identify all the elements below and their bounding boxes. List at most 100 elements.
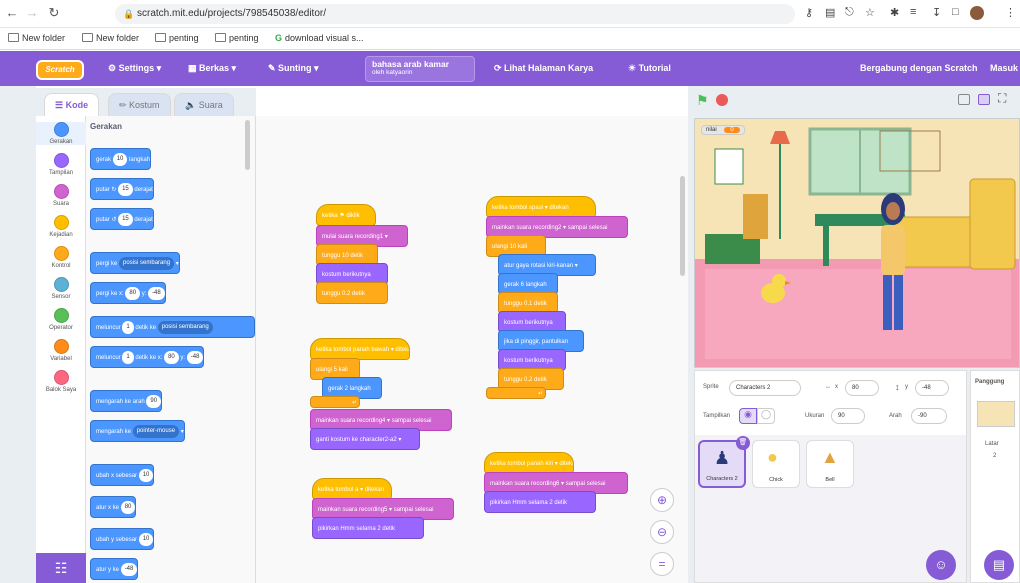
hat-when-key-pressed[interactable]: ketika tombol spasi ▾ ditekan xyxy=(486,196,596,218)
palette-scrollbar[interactable] xyxy=(245,120,250,170)
category-label: Tampilan xyxy=(48,170,73,176)
block-set-y[interactable]: atur y ke -48 xyxy=(90,558,139,580)
tab-costumes[interactable]: ✏ Kostum xyxy=(108,93,171,117)
block-go-to[interactable]: pergi ke posisi sembarang ▾ xyxy=(90,252,180,274)
project-title-field[interactable]: bahasa arab kamar oleh katyaorin xyxy=(365,56,475,82)
choose-backdrop-button[interactable]: ▤ xyxy=(984,550,1014,580)
block-glide[interactable]: meluncur 1 detik ke posisi sembarang xyxy=(90,316,255,338)
add-extension-button[interactable]: ☷ xyxy=(36,553,86,583)
playlist-icon[interactable]: ≡ xyxy=(910,6,916,18)
block-turn-left[interactable]: putar ↺ 15 derajat xyxy=(90,208,154,230)
sprite-name-input[interactable]: Characters 2 xyxy=(729,380,801,396)
editor-tabs: ☰ Kode ✏ Kostum 🔈 Suara xyxy=(36,88,256,117)
bookmark-link[interactable]: Gdownload visual s... xyxy=(275,33,364,43)
block-point-towards[interactable]: mengarah ke pointer-mouse ▾ xyxy=(90,420,185,442)
loop-arrow-icon: ↵ xyxy=(352,400,358,406)
share-icon[interactable]: ⎋ xyxy=(845,6,854,19)
category-dot-icon xyxy=(53,339,69,354)
category-dot-icon xyxy=(53,370,69,385)
fullscreen-icon[interactable]: ⛶ xyxy=(998,91,1006,106)
stop-icon[interactable] xyxy=(716,94,728,106)
download-icon[interactable]: ↧ xyxy=(932,6,941,19)
zoom-out-button[interactable]: ⊖ xyxy=(650,520,674,544)
block-change-y[interactable]: ubah y sebesar 10 xyxy=(90,528,155,550)
category-balok-saya[interactable]: Balok Saya xyxy=(36,370,86,393)
block-set-x[interactable]: atur x ke 80 xyxy=(90,496,137,518)
block-turn-right[interactable]: putar ↻ 15 derajat xyxy=(90,178,154,200)
size-input[interactable]: 90 xyxy=(831,408,865,424)
category-sensor[interactable]: Sensor xyxy=(36,277,86,300)
hat-when-key-pressed[interactable]: ketika tombol panah kiri ▾ ditekan xyxy=(484,452,574,474)
bookmark-folder[interactable]: penting xyxy=(215,33,259,43)
zoom-reset-button[interactable]: = xyxy=(650,552,674,576)
translate-icon[interactable]: ▤ xyxy=(825,6,835,19)
delete-sprite-icon[interactable]: 🗑 xyxy=(736,436,750,450)
scratch-logo[interactable]: Scratch xyxy=(36,60,84,80)
bookmark-folder[interactable]: New folder xyxy=(82,33,139,43)
x-input[interactable]: 80 xyxy=(845,380,879,396)
direction-input[interactable]: -90 xyxy=(911,408,947,424)
sprite-thumb-characters2[interactable]: ♟ Characters 2 🗑 xyxy=(698,436,750,488)
category-suara[interactable]: Suara xyxy=(36,184,86,207)
block-move[interactable]: gerak 10 langkah xyxy=(90,148,152,170)
block-wait[interactable]: tunggu 0.2 detik xyxy=(316,282,388,304)
profile-avatar[interactable] xyxy=(970,6,984,20)
bookmark-folder[interactable]: penting xyxy=(155,33,199,43)
menu-icon[interactable]: ⋮ xyxy=(1005,6,1016,19)
block-think-for-secs[interactable]: pikirkan Hmm selama 2 detik xyxy=(484,491,596,513)
star-icon[interactable]: ☆ xyxy=(865,6,875,19)
show-hidden-icon[interactable]: ◯ xyxy=(757,408,775,424)
block-point-in-direction[interactable]: mengarah ke arah 90 xyxy=(90,390,163,412)
tab-code[interactable]: ☰ Kode xyxy=(44,93,100,117)
extension-icon[interactable]: ✱ xyxy=(890,6,899,19)
hat-green-flag-clicked[interactable]: ketika ⚑ diklik xyxy=(316,204,376,226)
add-sprite-button[interactable]: ☺ xyxy=(926,550,956,580)
edit-menu[interactable]: ✎ Sunting ▾ xyxy=(268,63,319,74)
back-icon[interactable]: ← xyxy=(4,5,20,20)
hat-when-key-pressed[interactable]: ketika tombol panah bawah ▾ ditekan xyxy=(310,338,410,360)
left-gutter xyxy=(0,86,36,583)
block-switch-costume[interactable]: ganti kostum ke character2-a2 ▾ xyxy=(310,428,420,450)
small-stage-icon[interactable] xyxy=(958,94,970,105)
bookmark-folder[interactable]: New folder xyxy=(8,33,65,43)
category-operator[interactable]: Operator xyxy=(36,308,86,331)
block-go-to-xy[interactable]: pergi ke x: 80 y: -48 xyxy=(90,282,166,304)
tab-sounds[interactable]: 🔈 Suara xyxy=(174,93,234,117)
forward-icon[interactable]: → xyxy=(24,5,40,20)
tutorial-button[interactable]: ☀ Tutorial xyxy=(628,63,671,74)
sprite-thumb-bell[interactable]: ▲ Bell xyxy=(806,440,854,488)
show-visible-icon[interactable]: ◉ xyxy=(739,408,757,424)
block-change-x[interactable]: ubah x sebesar 10 xyxy=(90,464,155,486)
sprite-chick[interactable] xyxy=(753,269,793,309)
category-dot-icon xyxy=(53,122,69,137)
repeat-end-cap: ↵ xyxy=(486,387,546,399)
sprite-character[interactable] xyxy=(863,187,923,347)
sprite-thumb-chick[interactable]: ● Chick xyxy=(752,440,800,488)
category-kejadian[interactable]: Kejadian xyxy=(36,215,86,238)
stage-canvas[interactable]: nilai 0 xyxy=(694,118,1020,368)
signin-link[interactable]: Masuk xyxy=(990,63,1018,73)
address-bar[interactable]: 🔒 scratch.mit.edu/projects/798545038/edit… xyxy=(115,4,795,24)
reload-icon[interactable]: ↻ xyxy=(46,5,62,21)
key-icon[interactable]: ⚷ xyxy=(805,6,813,19)
hat-when-key-pressed[interactable]: ketika tombol a ▾ ditekan xyxy=(312,478,392,500)
settings-menu[interactable]: ⚙ Settings ▾ xyxy=(108,63,161,74)
backdrop-thumbnail[interactable] xyxy=(977,401,1015,427)
y-input[interactable]: -48 xyxy=(915,380,949,396)
category-variabel[interactable]: Variabel xyxy=(36,339,86,362)
workspace-scrollbar[interactable] xyxy=(680,176,685,276)
zoom-in-button[interactable]: ⊕ xyxy=(650,488,674,512)
size-label: Ukuran xyxy=(805,413,825,419)
category-tampilan[interactable]: Tampilan xyxy=(36,153,86,176)
code-workspace[interactable]: ketika ⚑ diklik mulai suara recording1 ▾… xyxy=(256,116,688,583)
join-scratch-link[interactable]: Bergabung dengan Scratch xyxy=(860,63,978,73)
green-flag-icon[interactable]: ⚑ xyxy=(696,92,709,109)
block-glide-xy[interactable]: meluncur 1 detik ke x: 80 y: -48 xyxy=(90,346,205,368)
block-think-for-secs[interactable]: pikirkan Hmm selama 2 detik xyxy=(312,517,424,539)
file-menu[interactable]: ▦ Berkas ▾ xyxy=(188,63,236,74)
large-stage-icon[interactable] xyxy=(978,94,990,105)
window-icon[interactable]: □ xyxy=(952,6,959,18)
category-kontrol[interactable]: Kontrol xyxy=(36,246,86,269)
see-project-page-button[interactable]: ⟳ Lihat Halaman Karya xyxy=(494,63,593,74)
category-gerakan[interactable]: Gerakan xyxy=(36,122,86,145)
